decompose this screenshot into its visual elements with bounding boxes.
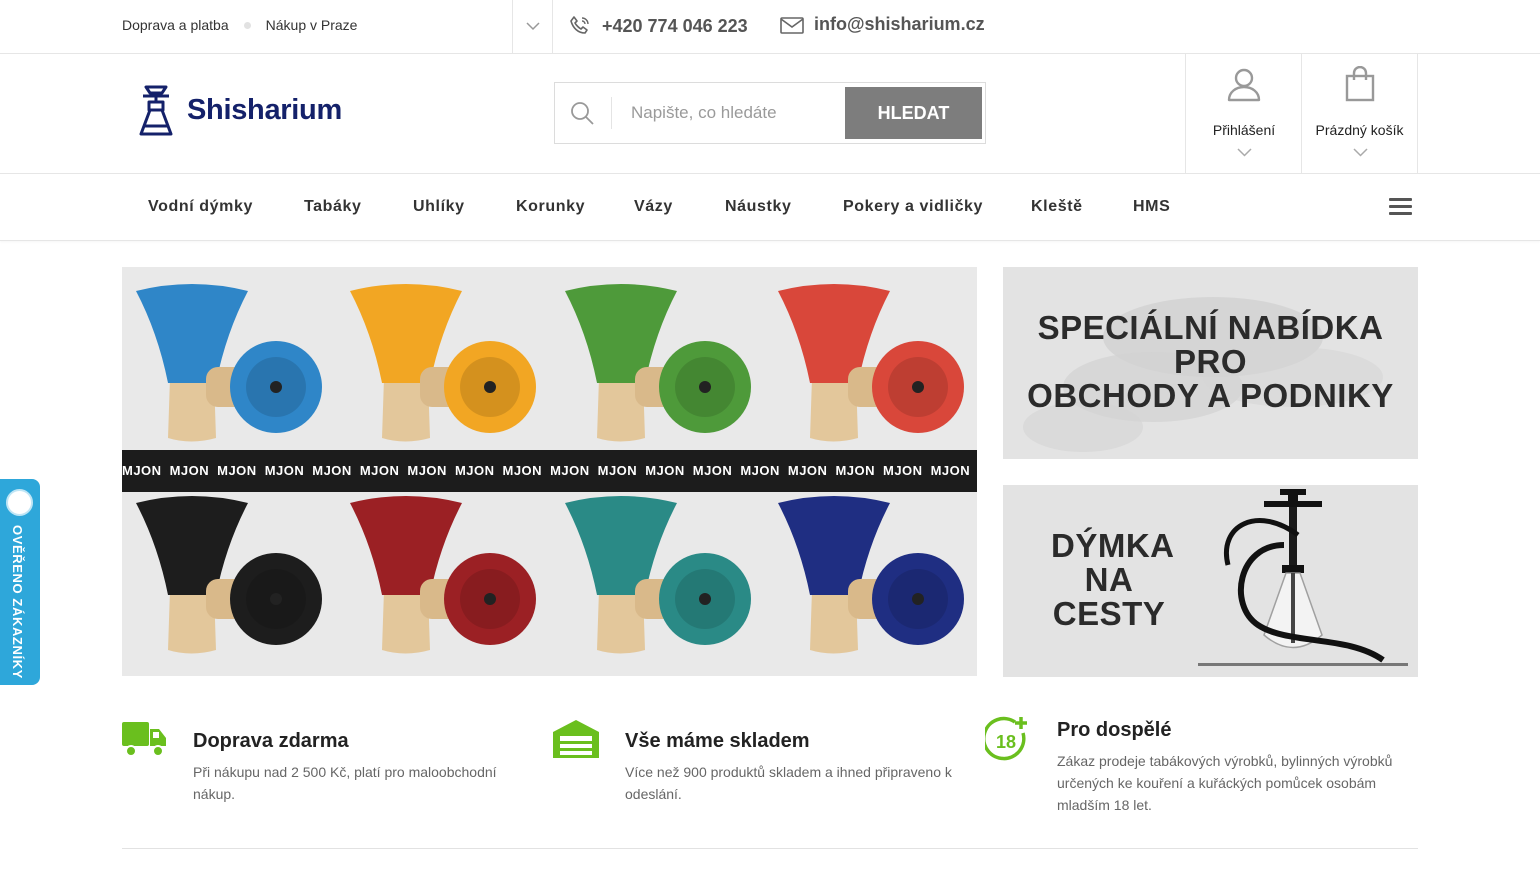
hookah-bowl bbox=[350, 284, 536, 442]
travel-line-1: DÝMKA bbox=[1051, 527, 1175, 564]
site-logo[interactable]: Shisharium bbox=[137, 84, 342, 136]
chevron-down-icon bbox=[1353, 148, 1368, 157]
hookah-bowl bbox=[565, 284, 751, 442]
brand-strip-word: MJON bbox=[835, 463, 875, 478]
search-form: HLEDAT bbox=[554, 82, 986, 144]
wholesale-line-1: SPECIÁLNÍ NABÍDKA bbox=[1037, 309, 1384, 346]
travel-hookah-text: DÝMKA NA CESTY bbox=[1051, 527, 1175, 632]
hookah-bowl bbox=[136, 284, 322, 442]
top-links: Doprava a platba Nákup v Praze bbox=[122, 17, 357, 33]
hookah-bowl bbox=[136, 496, 322, 654]
age-18-icon: 18 bbox=[985, 716, 1027, 761]
hookah-bowl bbox=[778, 284, 964, 442]
feature-adults-only: Pro dospělé Zákaz prodeje tabákových výr… bbox=[1057, 719, 1407, 816]
shopping-bag-icon bbox=[1345, 66, 1375, 102]
brand-strip-word: MJON bbox=[645, 463, 685, 478]
brand-strip-word: MJON bbox=[740, 463, 780, 478]
search-input[interactable] bbox=[631, 83, 841, 143]
top-bar: Doprava a platba Nákup v Praze +420 774 … bbox=[0, 0, 1540, 54]
brand-strip-word: MJON bbox=[122, 463, 162, 478]
feature-title: Pro dospělé bbox=[1057, 719, 1172, 741]
shipping-payment-link[interactable]: Doprava a platba bbox=[122, 17, 229, 33]
wholesale-line-3: OBCHODY A PODNIKY bbox=[1027, 377, 1394, 414]
brand-strip: MJON MJON MJON MJON MJON MJON MJON MJON MJON MJON… bbox=[122, 450, 977, 492]
search-divider bbox=[611, 97, 612, 129]
section-divider bbox=[122, 848, 1418, 849]
svg-text:18: 18 bbox=[996, 732, 1016, 752]
feature-desc: Více než 900 produktů skladem a ihned př… bbox=[625, 764, 952, 802]
hookah-bowl bbox=[778, 496, 964, 654]
feature-desc: Při nákupu nad 2 500 Kč, platí pro maloo… bbox=[193, 764, 497, 802]
wholesale-offer-banner[interactable]: SPECIÁLNÍ NABÍDKA PRO OBCHODY A PODNIKY bbox=[1003, 267, 1418, 459]
hookah-bowl bbox=[565, 496, 751, 654]
brand-strip-word: MJON bbox=[692, 463, 733, 478]
feature-desc: Zákaz prodeje tabákových výrobků, bylinn… bbox=[1057, 753, 1393, 813]
nav-item-vazy[interactable]: Vázy bbox=[634, 198, 673, 216]
cart-label: Prázdný košík bbox=[1315, 122, 1404, 138]
chevron-down-icon bbox=[1237, 148, 1252, 157]
travel-line-3: CESTY bbox=[1052, 595, 1166, 632]
email-address: info@shisharium.cz bbox=[814, 14, 985, 34]
nav-item-naustky[interactable]: Náustky bbox=[725, 198, 791, 216]
hookah-bowl bbox=[350, 496, 536, 654]
hookah-logo-icon bbox=[139, 85, 173, 136]
truck-icon bbox=[122, 722, 166, 757]
logo-text: Shisharium bbox=[187, 93, 342, 126]
hero-banner[interactable]: MJON MJON MJON MJON MJON MJON MJON MJON MJON MJON… bbox=[122, 267, 977, 676]
brand-strip-word: MJON bbox=[169, 463, 210, 478]
login-button[interactable]: Přihlášení bbox=[1185, 54, 1302, 173]
feature-in-stock: Vše máme skladem Více než 900 produktů s… bbox=[625, 730, 970, 805]
brand-strip-word: MJON bbox=[787, 463, 828, 478]
feature-title: Vše máme skladem bbox=[625, 730, 810, 752]
brand-strip-word: MJON bbox=[597, 463, 638, 478]
brand-strip-word: MJON bbox=[550, 463, 590, 478]
brand-strip-word: MJON bbox=[407, 463, 447, 478]
chevron-down-icon bbox=[525, 22, 540, 31]
brand-strip-word: MJON bbox=[502, 463, 543, 478]
separator-dot bbox=[243, 21, 251, 29]
phone-number: +420 774 046 223 bbox=[602, 15, 748, 36]
mail-icon bbox=[780, 16, 804, 34]
phone-contact[interactable]: +420 774 046 223 bbox=[568, 14, 748, 38]
search-icon bbox=[571, 102, 594, 125]
travel-hookah-image bbox=[1198, 489, 1408, 666]
search-button[interactable]: HLEDAT bbox=[845, 87, 982, 139]
site-header: Shisharium HLEDAT Přihlášení Prázdný koš… bbox=[0, 54, 1540, 174]
brand-strip-word: MJON bbox=[454, 463, 495, 478]
brand-strip-word: MJON bbox=[217, 463, 257, 478]
brand-strip-word: MJON bbox=[930, 463, 971, 478]
feature-free-shipping: Doprava zdarma Při nákupu nad 2 500 Kč, … bbox=[193, 730, 523, 805]
nav-item-hms[interactable]: HMS bbox=[1133, 198, 1170, 216]
heureka-seal-icon bbox=[6, 489, 33, 516]
wholesale-offer-text: SPECIÁLNÍ NABÍDKA PRO OBCHODY A PODNIKY bbox=[1003, 311, 1418, 413]
email-contact[interactable]: info@shisharium.cz bbox=[780, 14, 985, 35]
nav-item-vodni-dymky[interactable]: Vodní dýmky bbox=[148, 198, 253, 216]
nav-item-tabaky[interactable]: Tabáky bbox=[304, 198, 362, 216]
nav-item-korunky[interactable]: Korunky bbox=[516, 198, 585, 216]
brand-strip-word: MJON bbox=[359, 463, 400, 478]
brand-strip-word: MJON bbox=[883, 463, 923, 478]
travel-hookah-banner[interactable]: DÝMKA NA CESTY bbox=[1003, 485, 1418, 677]
prague-shopping-link[interactable]: Nákup v Praze bbox=[266, 17, 358, 33]
cart-button[interactable]: Prázdný košík bbox=[1301, 54, 1418, 173]
main-nav: Vodní dýmky Tabáky Uhlíky Korunky Vázy N… bbox=[0, 174, 1540, 241]
warehouse-icon bbox=[553, 720, 599, 758]
verified-by-customers-badge[interactable]: OVĚŘENO ZÁKAZNÍKY bbox=[0, 479, 40, 685]
travel-line-2: NA bbox=[1084, 561, 1134, 598]
top-dropdown-toggle[interactable] bbox=[512, 0, 553, 53]
nav-item-uhliky[interactable]: Uhlíky bbox=[413, 198, 465, 216]
login-label: Přihlášení bbox=[1212, 122, 1276, 138]
phone-icon bbox=[570, 16, 589, 34]
nav-item-kleste[interactable]: Kleště bbox=[1031, 198, 1083, 216]
wholesale-line-2: PRO bbox=[1173, 343, 1247, 380]
brand-strip-word: MJON bbox=[264, 463, 305, 478]
feature-title: Doprava zdarma bbox=[193, 730, 349, 752]
user-icon bbox=[1227, 68, 1261, 102]
brand-strip-word: MJON bbox=[312, 463, 352, 478]
badge-text: OVĚŘENO ZÁKAZNÍKY bbox=[10, 525, 25, 679]
hamburger-menu-icon[interactable] bbox=[1389, 198, 1412, 216]
nav-item-pokery[interactable]: Pokery a vidličky bbox=[843, 198, 983, 216]
